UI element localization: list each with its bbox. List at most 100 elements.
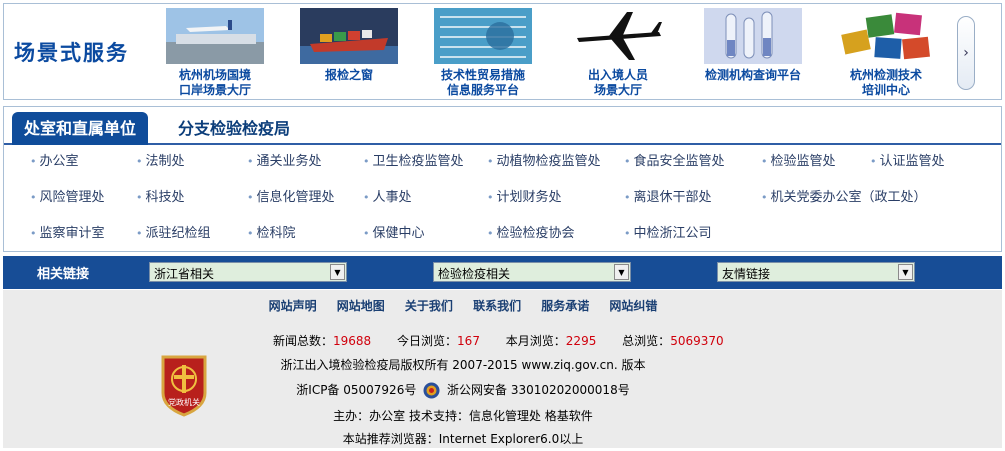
bullet-icon: • [761, 191, 768, 204]
related-links-label: 相关链接 [37, 267, 90, 282]
dept-link[interactable]: • 中检浙江公司 [624, 225, 712, 243]
scene-item-airport[interactable]: 杭州机场国境 口岸场景大厅 [156, 8, 274, 98]
ciq-links-select[interactable]: 检验检疫相关 ▼ [433, 262, 631, 282]
scene-services-title: 场景式服务 [14, 41, 129, 65]
dept-link[interactable]: • 检科院 [247, 225, 296, 243]
footer-link-report-error[interactable]: 网站纠错 [609, 297, 657, 314]
related-links-bar: 相关链接 浙江省相关 ▼ 检验检疫相关 ▼ 友情链接 ▼ [3, 256, 1002, 289]
dropdown-arrow-icon[interactable]: ▼ [614, 264, 629, 280]
dept-link[interactable]: • 检验检疫协会 [487, 225, 575, 243]
today-views: 167 [457, 334, 480, 348]
today-views-label: 今日浏览： [397, 334, 458, 348]
police-record-link[interactable]: 浙公网安备 33010202000018号 [447, 383, 630, 397]
friend-links-select[interactable]: 友情链接 ▼ [717, 262, 915, 282]
scene-item-label: 出入境人员 [587, 68, 648, 82]
scene-next-button[interactable]: › [957, 16, 975, 90]
bullet-icon: • [247, 191, 254, 204]
bullet-icon: • [624, 227, 631, 240]
scene-item-trade-measures[interactable]: 技术性贸易措施 信息服务平台 [424, 8, 542, 98]
dept-link[interactable]: • 通关业务处 [247, 153, 322, 171]
dept-link[interactable]: • 办公室 [30, 153, 79, 171]
browser-recommendation: 本站推荐浏览器：Internet Explorer6.0以上 [342, 432, 584, 446]
bullet-icon: • [136, 155, 143, 168]
scene-item-inspection-window[interactable]: 报检之窗 [290, 8, 408, 83]
footer-link-sitemap[interactable]: 网站地图 [337, 297, 385, 314]
scene-item-training-center[interactable]: 杭州检测技术 培训中心 [827, 8, 945, 98]
footer-link-commitment[interactable]: 服务承诺 [541, 297, 589, 314]
select-value: 浙江省相关 [154, 267, 215, 281]
dept-link[interactable]: • 计划财务处 [487, 189, 562, 207]
dept-link[interactable]: • 检验监管处 [761, 153, 836, 171]
tab-departments[interactable]: 处室和直属单位 [12, 112, 149, 145]
scene-item-label: 报检之窗 [324, 68, 373, 82]
scene-item-label: 检测机构查询平台 [704, 68, 801, 82]
dept-link[interactable]: • 机关党委办公室（政工处） [761, 189, 927, 207]
total-views: 5069370 [670, 334, 724, 348]
dept-link[interactable]: • 动植物检疫监管处 [487, 153, 601, 171]
dept-link[interactable]: • 法制处 [136, 153, 185, 171]
scene-services-panel: 场景式服务 杭州机场国境 口岸场景大厅 报检之窗 技术性贸易措施 信息服务平台 … [3, 3, 1002, 100]
bullet-icon: • [487, 227, 494, 240]
province-links-select[interactable]: 浙江省相关 ▼ [149, 262, 347, 282]
scene-item-label: 杭州检测技术 [849, 68, 922, 82]
dept-link[interactable]: • 认证监管处 [870, 153, 945, 171]
footer-nav: 网站声明 网站地图 关于我们 联系我们 服务承诺 网站纠错 [3, 297, 923, 314]
news-count-label: 新闻总数： [273, 334, 334, 348]
select-value: 友情链接 [722, 267, 771, 281]
month-views-label: 本月浏览： [505, 334, 566, 348]
dept-link[interactable]: • 卫生检疫监管处 [363, 153, 464, 171]
scene-item-label: 培训中心 [861, 83, 910, 97]
dept-link[interactable]: • 派驻纪检组 [136, 225, 211, 243]
dropdown-arrow-icon[interactable]: ▼ [898, 264, 913, 280]
bullet-icon: • [761, 155, 768, 168]
bullet-icon: • [363, 227, 370, 240]
dept-link[interactable]: • 食品安全监管处 [624, 153, 725, 171]
dept-link[interactable]: • 科技处 [136, 189, 185, 207]
site-stats: 新闻总数：19688 今日浏览：167 本月浏览：2295 总浏览：506937… [273, 332, 724, 349]
airplane-thumbnail [569, 8, 667, 64]
trade-measures-thumbnail [434, 8, 532, 64]
scene-item-lab-query[interactable]: 检测机构查询平台 [694, 8, 812, 83]
police-badge-icon [423, 382, 440, 399]
scene-item-label: 口岸场景大厅 [178, 83, 251, 97]
dept-link[interactable]: • 保健中心 [363, 225, 425, 243]
bullet-icon: • [30, 227, 37, 240]
host-text: 主办：办公室 技术支持：信息化管理处 格基软件 [333, 409, 593, 423]
bullet-icon: • [30, 191, 37, 204]
scene-item-label: 场景大厅 [593, 83, 642, 97]
dept-link[interactable]: • 人事处 [363, 189, 412, 207]
footer-link-contact[interactable]: 联系我们 [473, 297, 521, 314]
icp-record-link[interactable]: 浙ICP备 05007926号 [296, 383, 416, 397]
bullet-icon: • [30, 155, 37, 168]
bullet-icon: • [624, 155, 631, 168]
dropdown-arrow-icon[interactable]: ▼ [330, 264, 345, 280]
dept-link[interactable]: • 离退休干部处 [624, 189, 712, 207]
scene-item-label: 技术性贸易措施 [440, 68, 525, 82]
scene-item-travelers[interactable]: 出入境人员 场景大厅 [559, 8, 677, 98]
bullet-icon: • [870, 155, 877, 168]
bullet-icon: • [487, 155, 494, 168]
total-views-label: 总浏览： [622, 334, 671, 348]
bullet-icon: • [624, 191, 631, 204]
site-footer: 网站声明 网站地图 关于我们 联系我们 服务承诺 网站纠错 新闻总数：19688… [3, 290, 1002, 448]
footer-link-about[interactable]: 关于我们 [405, 297, 453, 314]
bullet-icon: • [136, 191, 143, 204]
month-views: 2295 [565, 334, 597, 348]
departments-panel: 处室和直属单位 分支检验检疫局 • 办公室 • 法制处 • 通关业务处 • 卫生检疫监管… [3, 106, 1002, 252]
news-count: 19688 [333, 334, 372, 348]
bullet-icon: • [363, 191, 370, 204]
dept-link[interactable]: • 监察审计室 [30, 225, 105, 243]
tab-branch-bureaus[interactable]: 分支检验检疫局 [166, 112, 302, 145]
dept-link[interactable]: • 风险管理处 [30, 189, 105, 207]
footer-link-statement[interactable]: 网站声明 [269, 297, 317, 314]
dept-link[interactable]: • 信息化管理处 [247, 189, 335, 207]
select-value: 检验检疫相关 [438, 267, 511, 281]
bullet-icon: • [247, 155, 254, 168]
bullet-icon: • [487, 191, 494, 204]
airport-thumbnail [166, 8, 264, 64]
chevron-right-icon: › [963, 45, 969, 61]
department-tabbar: 处室和直属单位 分支检验检疫局 [4, 107, 1001, 145]
bullet-icon: • [363, 155, 370, 168]
bullet-icon: • [247, 227, 254, 240]
bullet-icon: • [136, 227, 143, 240]
